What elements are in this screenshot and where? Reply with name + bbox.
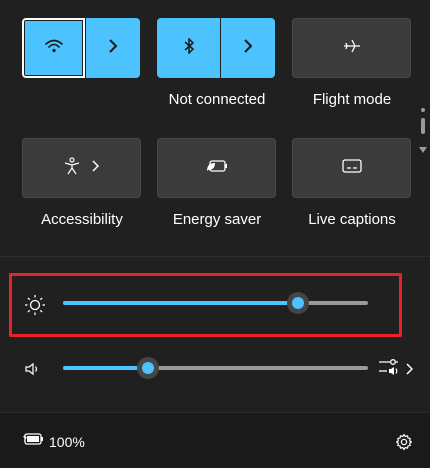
- scroll-indicator[interactable]: [419, 108, 427, 158]
- energy-saver-button[interactable]: [157, 138, 276, 198]
- captions-icon: [341, 158, 362, 178]
- accessibility-label: Accessibility: [41, 211, 123, 228]
- chevron-right-icon: [92, 159, 100, 177]
- battery-status[interactable]: 100%: [22, 432, 85, 451]
- scroll-down-icon: [419, 140, 427, 158]
- live-captions-label: Live captions: [308, 211, 396, 228]
- volume-thumb[interactable]: [137, 357, 160, 379]
- battery-charging-icon: [22, 432, 44, 451]
- airplane-icon: [343, 38, 361, 59]
- chevron-right-icon: [243, 38, 253, 58]
- quick-settings-panel: Not connected Flight mode Accessibility: [0, 0, 430, 412]
- wifi-toggle-button[interactable]: [22, 18, 85, 78]
- sound-output-icon: [378, 358, 400, 383]
- speaker-icon[interactable]: [24, 361, 40, 382]
- battery-leaf-icon: [206, 159, 228, 178]
- bluetooth-label: Not connected: [168, 91, 266, 108]
- wifi-icon: [44, 39, 63, 58]
- bluetooth-icon: [183, 36, 195, 59]
- accessibility-icon: [64, 156, 80, 180]
- gear-icon[interactable]: [395, 433, 413, 456]
- divider: [0, 256, 430, 257]
- wifi-tile: [22, 18, 140, 78]
- battery-percentage: 100%: [49, 433, 85, 450]
- flight-mode-label: Flight mode: [312, 91, 392, 108]
- live-captions-button[interactable]: [292, 138, 411, 198]
- flight-mode-button[interactable]: [292, 18, 411, 78]
- bluetooth-toggle-button[interactable]: [157, 18, 220, 78]
- volume-slider-row: [0, 339, 430, 399]
- energy-saver-label: Energy saver: [172, 211, 262, 228]
- volume-fill: [63, 366, 149, 370]
- wifi-expand-button[interactable]: [86, 18, 140, 78]
- chevron-right-icon: [406, 362, 414, 380]
- footer-bar: 100%: [0, 412, 430, 468]
- bluetooth-tile: [157, 18, 275, 78]
- sound-output-button[interactable]: [378, 358, 414, 383]
- bluetooth-expand-button[interactable]: [221, 18, 275, 78]
- accessibility-button[interactable]: [22, 138, 141, 198]
- chevron-right-icon: [108, 38, 118, 58]
- highlight-box: [9, 273, 402, 337]
